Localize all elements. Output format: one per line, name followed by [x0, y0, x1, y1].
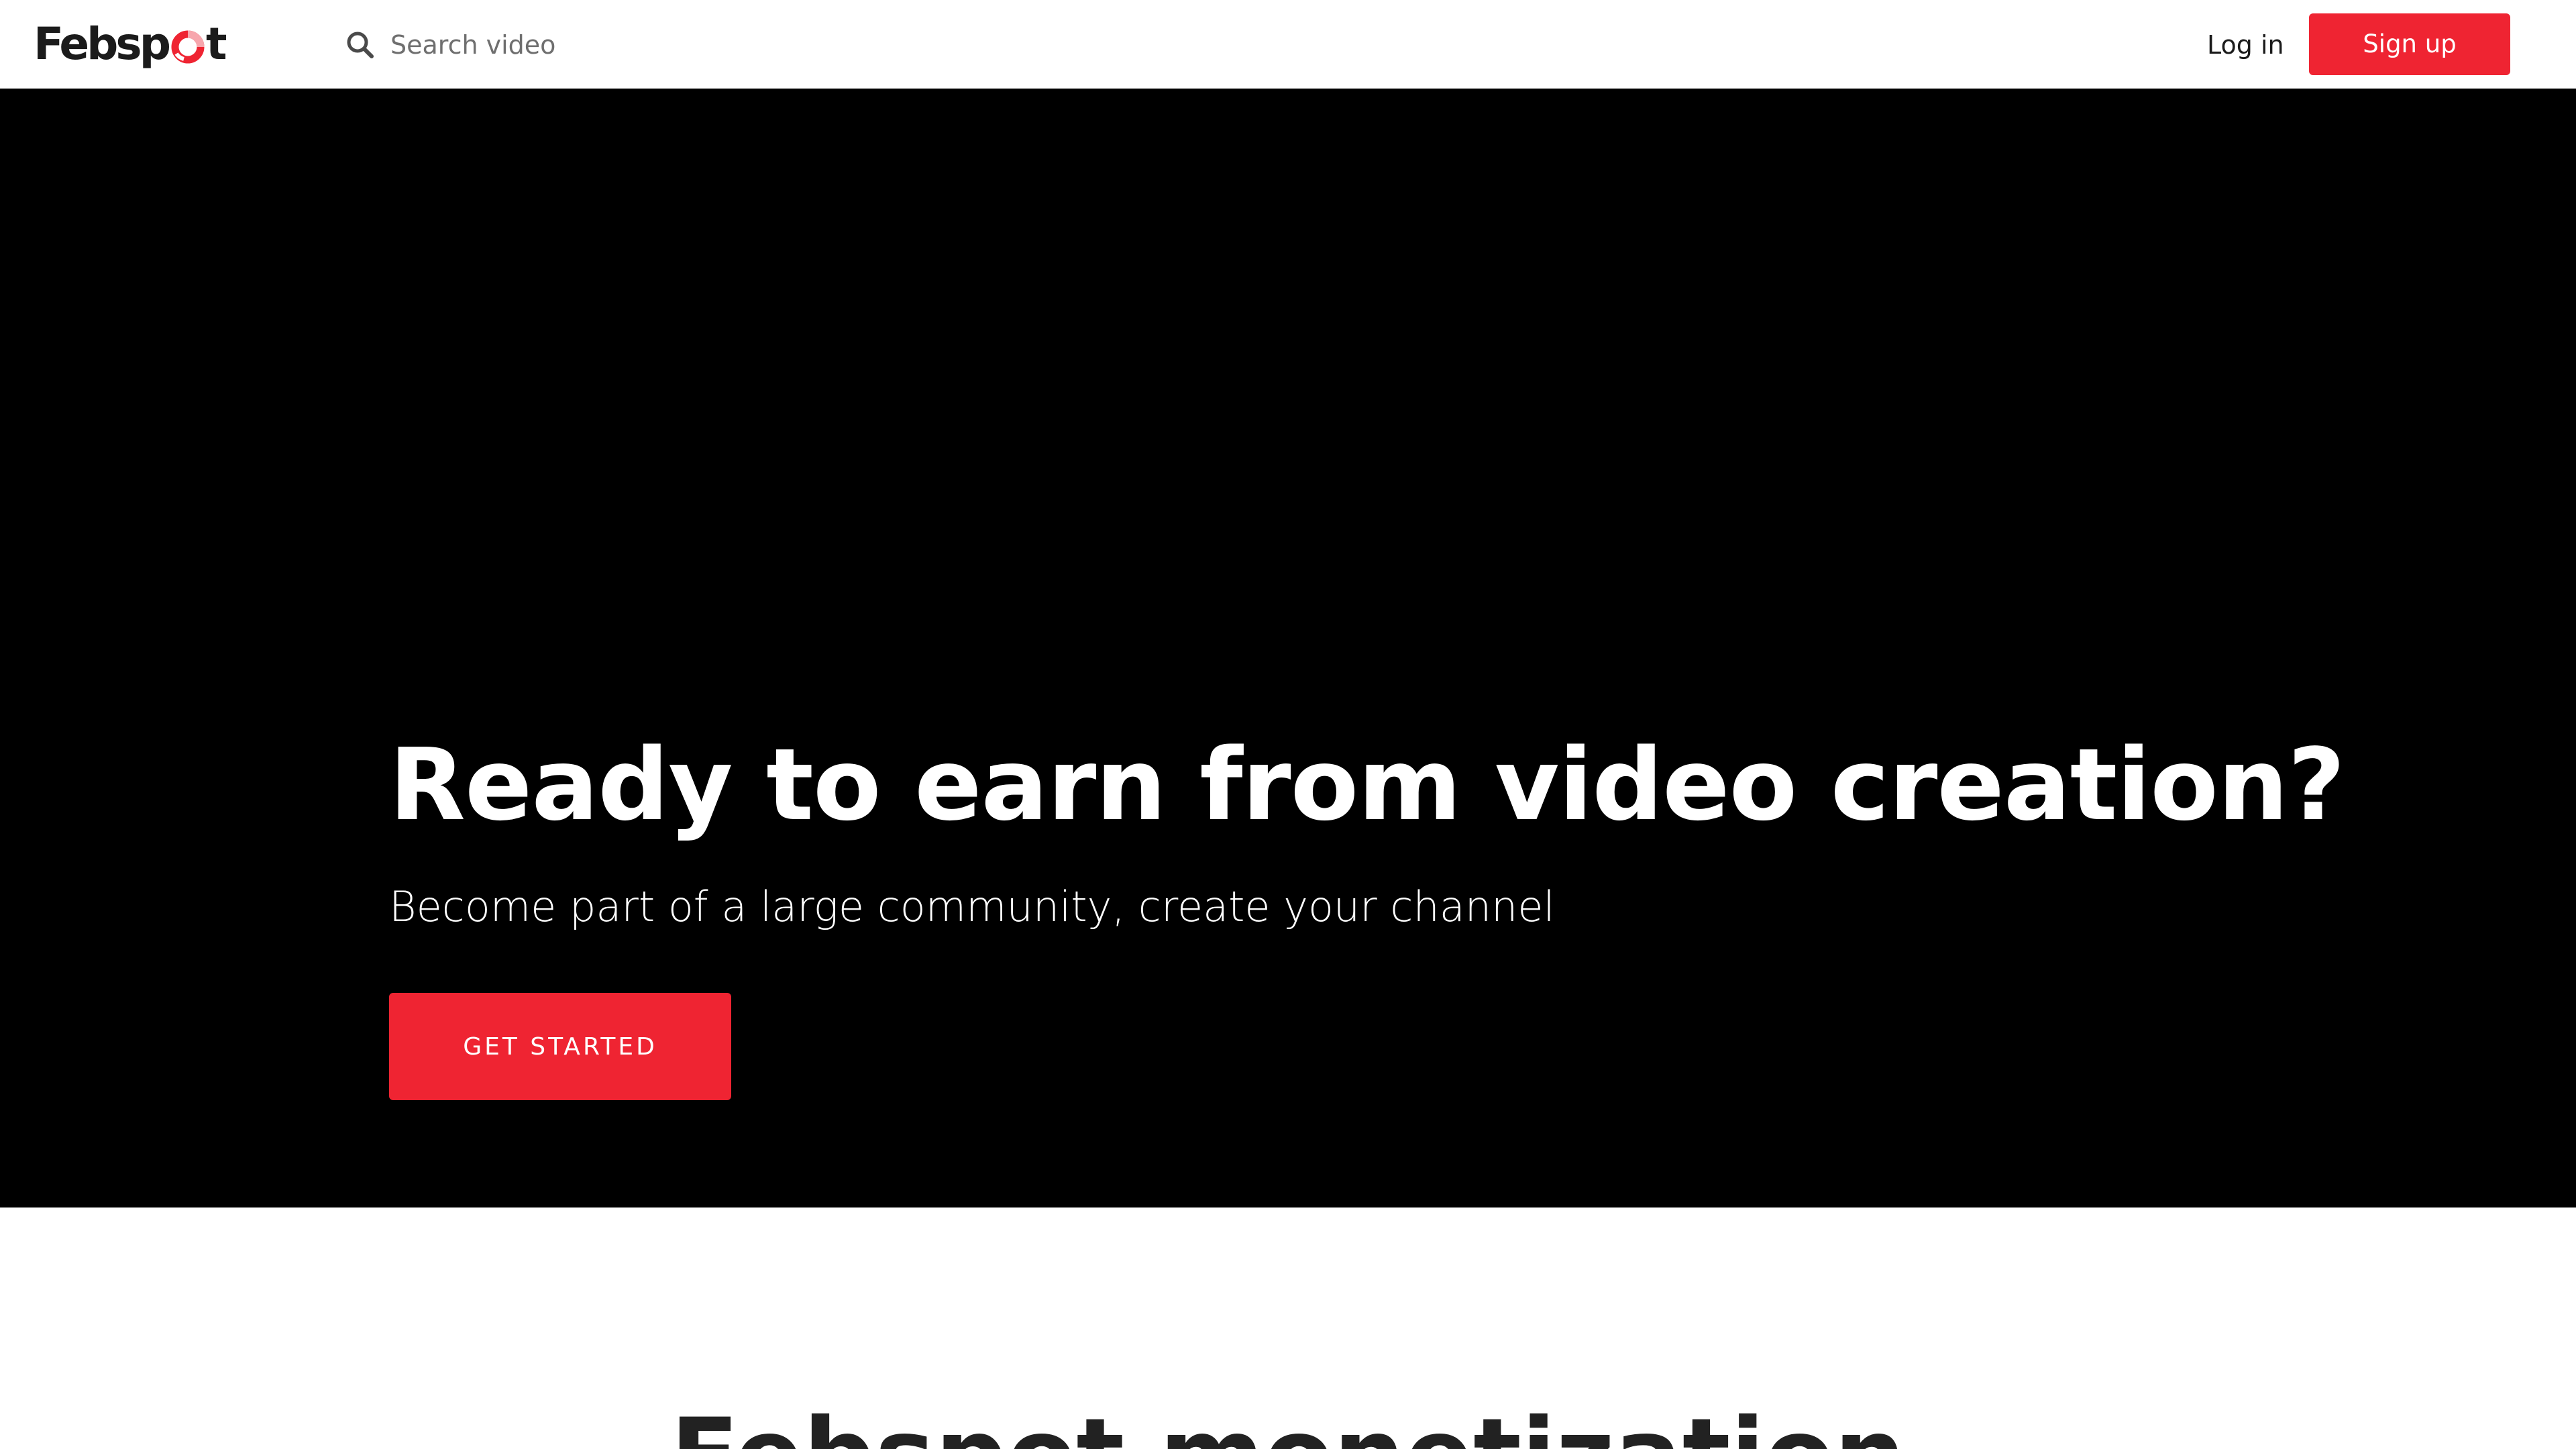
- top-navbar: Febsp t Log in Sign up: [0, 0, 2576, 89]
- search-icon[interactable]: [343, 28, 377, 62]
- hero-subtitle: Become part of a large community, create…: [389, 882, 1555, 931]
- section-title: Febspot monetization: [0, 1395, 2576, 1449]
- logo-mark-icon: [171, 30, 205, 64]
- logo-text-start: Febsp: [34, 17, 171, 70]
- site-logo[interactable]: Febsp t: [34, 15, 227, 72]
- search-bar: [343, 24, 860, 66]
- search-input[interactable]: [390, 25, 860, 65]
- hero-banner: Ready to earn from video creation? Becom…: [0, 89, 2576, 1208]
- get-started-button[interactable]: GET STARTED: [389, 993, 731, 1100]
- hero-title: Ready to earn from video creation?: [389, 727, 2345, 843]
- logo-text-end: t: [205, 17, 227, 70]
- login-link[interactable]: Log in: [2207, 27, 2284, 63]
- signup-button[interactable]: Sign up: [2309, 13, 2510, 75]
- monetization-section: Febspot monetization: [0, 1208, 2576, 1449]
